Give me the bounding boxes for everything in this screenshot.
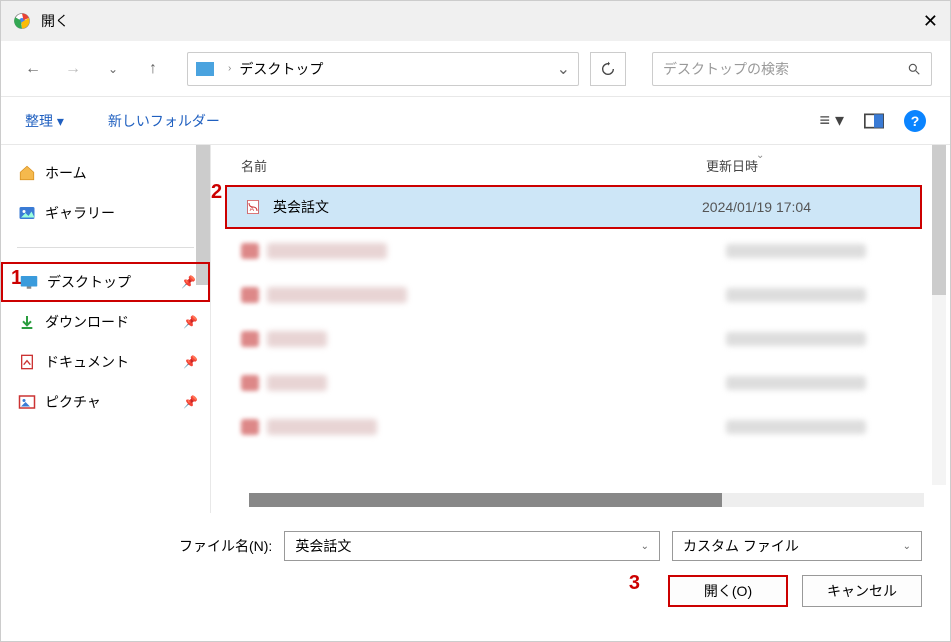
view-list-icon[interactable]: ≡ ▾ <box>819 110 844 131</box>
dialog-title: 開く <box>41 11 69 31</box>
chevron-down-icon[interactable]: ⌄ <box>903 541 911 552</box>
search-icon[interactable] <box>907 62 921 76</box>
preview-pane-icon[interactable] <box>864 113 884 129</box>
chevron-down-icon[interactable]: ⌄ <box>557 59 570 79</box>
recent-dropdown[interactable]: ⌄ <box>99 55 127 83</box>
chrome-icon <box>13 12 31 30</box>
sidebar-item-label: ダウンロード <box>45 312 129 332</box>
sidebar-item-downloads[interactable]: ダウンロード 📌 <box>1 302 210 342</box>
titlebar: 開く ✕ <box>1 1 950 41</box>
pin-icon: 📌 <box>183 315 198 329</box>
cancel-button[interactable]: キャンセル <box>802 575 922 607</box>
pdf-icon: A <box>245 198 263 216</box>
toolbar: 整理 ▾ 新しいフォルダー ≡ ▾ ? <box>1 97 950 145</box>
sidebar-item-label: ギャラリー <box>45 203 115 223</box>
sidebar-item-desktop[interactable]: デスクトップ 📌 <box>1 262 210 302</box>
help-icon[interactable]: ? <box>904 110 926 132</box>
sidebar-item-home[interactable]: ホーム <box>1 153 210 193</box>
filetype-value: カスタム ファイル <box>683 536 799 556</box>
column-name[interactable]: 名前 <box>241 156 706 175</box>
filename-combobox[interactable]: 英会話文 ⌄ <box>284 531 660 561</box>
filetype-combobox[interactable]: カスタム ファイル ⌄ <box>672 531 922 561</box>
close-icon[interactable]: ✕ <box>923 11 938 32</box>
sidebar-item-documents[interactable]: ドキュメント 📌 <box>1 342 210 382</box>
sidebar-item-label: ホーム <box>45 163 87 183</box>
open-button[interactable]: 開く(O) <box>668 575 788 607</box>
sidebar-item-pictures[interactable]: ピクチャ 📌 <box>1 382 210 422</box>
chevron-right-icon: › <box>228 63 231 74</box>
footer: 3 ファイル名(N): 英会話文 ⌄ カスタム ファイル ⌄ 開く(O) キャン… <box>1 513 950 625</box>
desktop-icon <box>19 272 39 292</box>
gallery-icon <box>17 203 37 223</box>
breadcrumb[interactable]: › デスクトップ ⌄ <box>187 52 579 86</box>
navbar: ← → ⌄ ↑ › デスクトップ ⌄ <box>1 41 950 97</box>
file-row-blurred <box>223 361 924 405</box>
filelist-hscrollbar[interactable] <box>249 493 924 507</box>
chevron-down-icon[interactable]: ⌄ <box>641 541 649 552</box>
file-name: 英会話文 <box>273 197 702 217</box>
file-row-blurred <box>223 317 924 361</box>
new-folder-button[interactable]: 新しいフォルダー <box>108 111 220 131</box>
sort-indicator-icon: ⌄ <box>756 150 764 161</box>
breadcrumb-location[interactable]: デスクトップ <box>239 59 323 79</box>
pin-icon: 📌 <box>183 355 198 369</box>
filename-label: ファイル名(N): <box>179 536 272 556</box>
up-button[interactable]: ↑ <box>139 55 167 83</box>
column-date[interactable]: ⌄更新日時 <box>706 156 906 175</box>
annotation-3: 3 <box>629 572 640 595</box>
filelist-vscrollbar[interactable] <box>932 145 946 485</box>
filename-value: 英会話文 <box>295 536 351 556</box>
home-icon <box>17 163 37 183</box>
file-row-blurred <box>223 229 924 273</box>
search-box[interactable] <box>652 52 932 86</box>
sidebar-item-label: ピクチャ <box>45 392 101 412</box>
back-button[interactable]: ← <box>19 55 47 83</box>
file-list: 2 名前 ⌄更新日時 A 英会話文 2024/01/19 17:04 <box>211 145 950 513</box>
file-row[interactable]: A 英会話文 2024/01/19 17:04 <box>225 185 922 229</box>
download-icon <box>17 312 37 332</box>
sidebar: 1 ホーム ギャラリー デスクトップ 📌 ダウンロード 📌 ドキュメント 📌 ピ <box>1 145 211 513</box>
file-row-blurred <box>223 273 924 317</box>
sidebar-item-label: ドキュメント <box>45 352 129 372</box>
sidebar-item-label: デスクトップ <box>47 272 131 292</box>
annotation-2: 2 <box>211 181 222 204</box>
organize-menu[interactable]: 整理 ▾ <box>25 111 64 131</box>
refresh-button[interactable] <box>590 52 626 86</box>
search-input[interactable] <box>663 61 907 77</box>
sidebar-item-gallery[interactable]: ギャラリー <box>1 193 210 233</box>
pin-icon: 📌 <box>181 275 196 289</box>
file-date: 2024/01/19 17:04 <box>702 199 902 215</box>
pictures-icon <box>17 392 37 412</box>
folder-icon <box>196 62 214 76</box>
file-list-header: 名前 ⌄更新日時 <box>223 145 924 185</box>
pin-icon: 📌 <box>183 395 198 409</box>
document-icon <box>17 352 37 372</box>
forward-button[interactable]: → <box>59 55 87 83</box>
file-row-blurred <box>223 405 924 449</box>
